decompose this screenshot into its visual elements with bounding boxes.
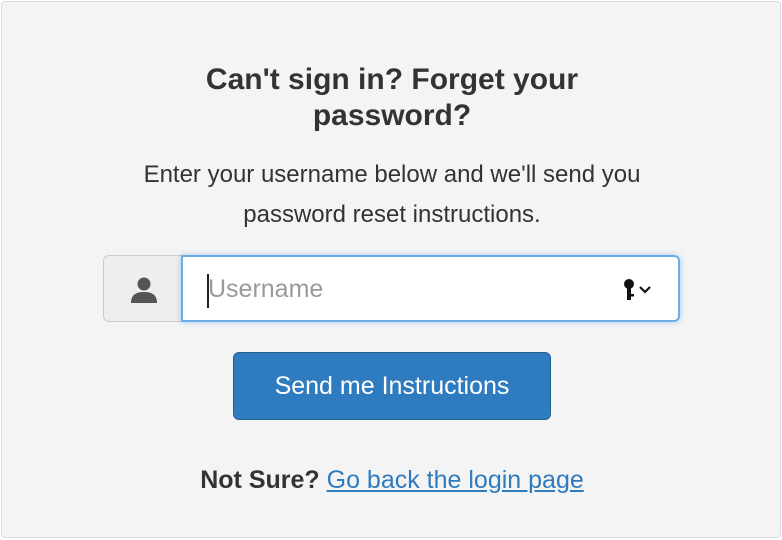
- text-cursor: [207, 274, 209, 308]
- instructions-text: Enter your username below and we'll send…: [143, 161, 641, 228]
- page-title: Can't sign in? Forget your password?: [205, 63, 579, 132]
- user-icon: [131, 277, 157, 303]
- footer: Not Sure? Go back the login page: [102, 462, 682, 498]
- username-input[interactable]: [208, 267, 608, 311]
- key-icon[interactable]: [621, 276, 657, 304]
- chevron-down-icon: [639, 286, 651, 294]
- send-instructions-button[interactable]: Send me Instructions: [233, 352, 551, 420]
- reset-password-panel: Can't sign in? Forget your password? Ent…: [1, 1, 781, 538]
- username-field-box[interactable]: [181, 255, 680, 322]
- not-sure-label: Not Sure?: [200, 466, 320, 494]
- username-input-group: [103, 255, 680, 322]
- user-addon: [103, 255, 183, 322]
- back-to-login-link[interactable]: Go back the login page: [327, 466, 584, 494]
